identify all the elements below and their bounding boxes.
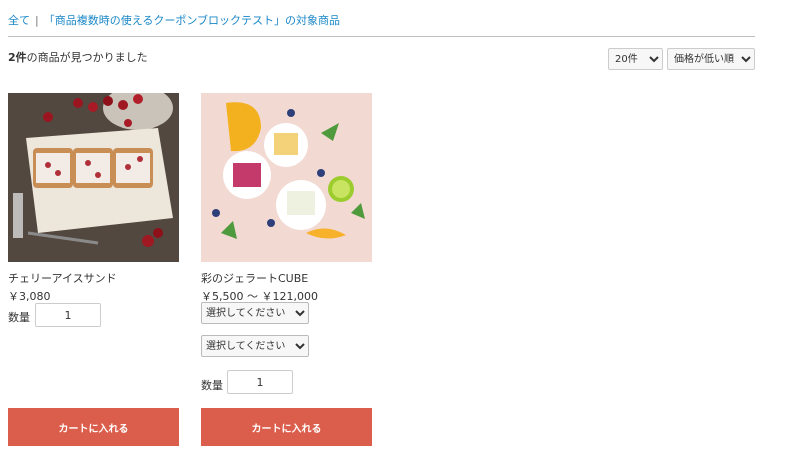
per-page-select[interactable]: 20件 <box>608 48 663 70</box>
result-count-text: の商品が見つかりました <box>26 51 148 64</box>
product-name[interactable]: チェリーアイスサンド <box>8 270 179 286</box>
product-card: チェリーアイスサンド ￥3,080 <box>8 93 179 304</box>
product-card: 彩のジェラートCUBE ￥5,500 ～ ￥121,000 <box>201 93 372 304</box>
add-to-cart-button[interactable]: カートに入れる <box>8 408 179 446</box>
product-price: ￥3,080 <box>8 290 51 303</box>
product-image[interactable] <box>201 93 372 262</box>
breadcrumb-separator: | <box>35 14 39 27</box>
product-name[interactable]: 彩のジェラートCUBE <box>201 270 372 286</box>
add-to-cart-button[interactable]: カートに入れる <box>201 408 372 446</box>
breadcrumb-category-link[interactable]: 「商品複数時の使えるクーポンブロックテスト」の対象商品 <box>44 14 340 27</box>
quantity-label: 数量 <box>201 379 223 392</box>
gelato-cube-photo-icon <box>201 93 372 262</box>
quantity-input[interactable] <box>35 303 101 327</box>
cherry-ice-sandwich-photo-icon <box>8 93 179 262</box>
quantity-label: 数量 <box>8 311 30 324</box>
quantity-input[interactable] <box>227 370 293 394</box>
result-count-number: 2件 <box>8 51 27 64</box>
divider <box>8 36 755 37</box>
breadcrumb-all-link[interactable]: 全て <box>8 14 30 27</box>
product-image[interactable] <box>8 93 179 262</box>
result-count: 2件の商品が見つかりました <box>8 49 148 65</box>
breadcrumb: 全て | 「商品複数時の使えるクーポンブロックテスト」の対象商品 <box>8 12 340 28</box>
sort-select[interactable]: 価格が低い順 <box>667 48 755 70</box>
option-select-2[interactable]: 選択してください <box>201 335 309 357</box>
option-select-1[interactable]: 選択してください <box>201 302 309 324</box>
